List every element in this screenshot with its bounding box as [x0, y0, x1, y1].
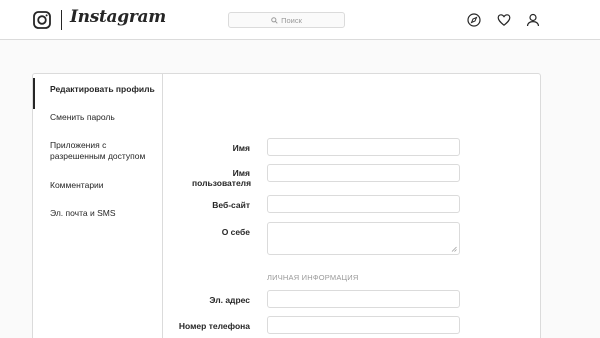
search-icon [271, 16, 278, 24]
private-info-heading: ЛИЧНАЯ ИНФОРМАЦИЯ [267, 273, 359, 282]
email-field[interactable] [267, 290, 460, 308]
resize-handle-icon[interactable] [451, 246, 457, 252]
sidebar-item-comments[interactable]: Комментарии [33, 180, 162, 191]
name-field[interactable] [267, 138, 460, 156]
explore-compass-icon[interactable] [467, 13, 481, 27]
logo-divider [61, 10, 62, 30]
website-field[interactable] [267, 195, 460, 213]
bio-label: О себе [221, 227, 250, 237]
email-label: Эл. адрес [209, 295, 250, 305]
activity-heart-icon[interactable] [497, 13, 511, 27]
top-header: Instagram Поиск [0, 0, 600, 40]
bio-textarea[interactable] [267, 222, 460, 255]
website-label: Веб-сайт [212, 200, 250, 210]
phone-field[interactable] [267, 316, 460, 334]
settings-card: Редактировать профиль Сменить пароль При… [32, 73, 541, 338]
name-label: Имя [232, 143, 250, 153]
sidebar-item-email-sms[interactable]: Эл. почта и SMS [33, 208, 162, 219]
settings-sidebar: Редактировать профиль Сменить пароль При… [33, 74, 163, 338]
search-placeholder: Поиск [281, 15, 302, 25]
phone-label: Номер телефона [178, 321, 250, 331]
search-input[interactable]: Поиск [228, 12, 345, 28]
sidebar-item-change-password[interactable]: Сменить пароль [33, 112, 162, 123]
profile-person-icon[interactable] [526, 13, 540, 27]
sidebar-item-edit-profile[interactable]: Редактировать профиль [33, 78, 162, 109]
username-label: Имя пользователя [192, 168, 252, 188]
instagram-camera-icon[interactable] [33, 11, 51, 29]
instagram-wordmark[interactable]: Instagram [70, 7, 166, 27]
sidebar-item-authorized-apps[interactable]: Приложения с разрешенным доступом [33, 140, 153, 162]
username-field[interactable] [267, 164, 460, 182]
